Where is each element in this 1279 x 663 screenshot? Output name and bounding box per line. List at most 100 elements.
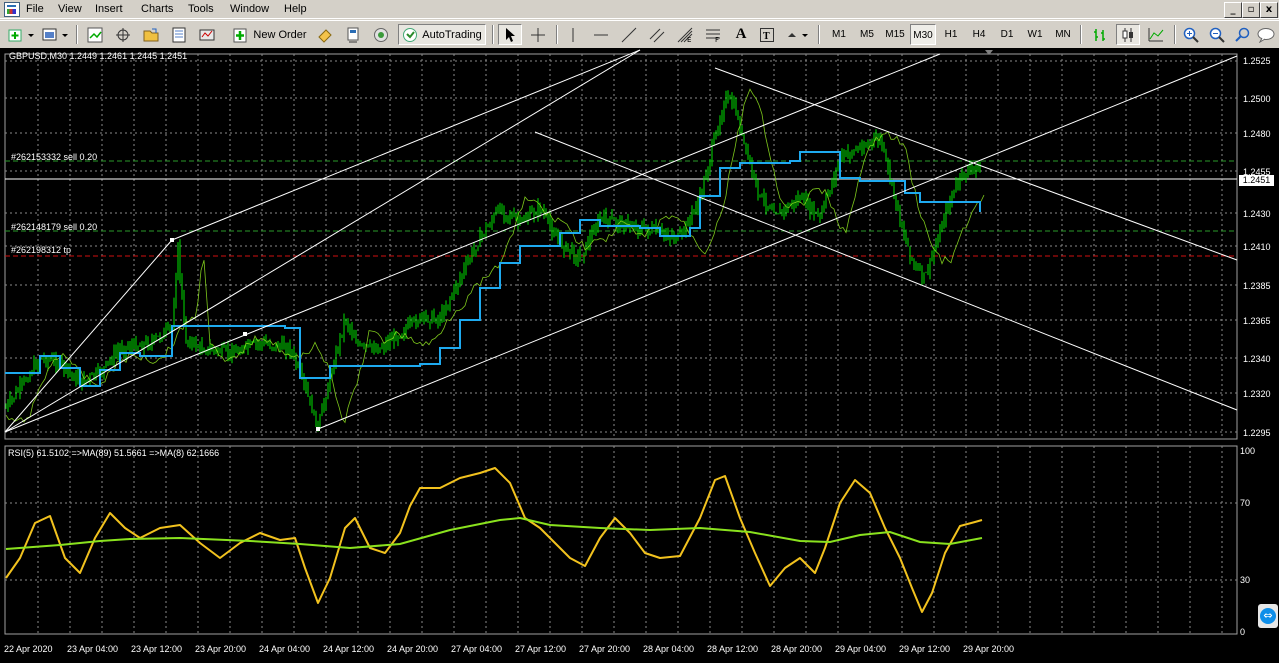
anchor-point <box>316 427 320 431</box>
price-tick: 1.2320 <box>1243 389 1271 399</box>
time-tick: 24 Apr 20:00 <box>387 644 439 654</box>
menu-view[interactable]: View <box>56 2 84 16</box>
timeframe-h4[interactable]: H4 <box>966 24 992 45</box>
channel-line <box>4 53 941 433</box>
time-tick: 23 Apr 12:00 <box>131 644 183 654</box>
rsi-pane-frame <box>4 445 1238 635</box>
market-watch-icon[interactable] <box>84 24 106 45</box>
timeframe-mn[interactable]: MN <box>1050 24 1076 45</box>
chart-window[interactable]: GBPUSD,M30 1.2449 1.2461 1.2445 1.2451 #… <box>0 48 1279 663</box>
anchor-point <box>243 332 247 336</box>
menu-charts[interactable]: Charts <box>139 2 175 16</box>
time-tick: 22 Apr 2020 <box>4 644 53 654</box>
symbol-info: GBPUSD,M30 1.2449 1.2461 1.2445 1.2451 <box>9 51 188 61</box>
menu-insert[interactable]: Insert <box>93 2 125 16</box>
timeframe-m30[interactable]: M30 <box>910 24 936 45</box>
rsi-tick: 70 <box>1240 498 1251 508</box>
rsi-ma-line <box>5 516 983 550</box>
new-order-icon <box>233 28 247 42</box>
price-tick: 1.2430 <box>1243 209 1271 219</box>
candlestick-icon[interactable] <box>1116 24 1140 45</box>
search-icon[interactable] <box>1232 24 1254 45</box>
arrows-icon[interactable] <box>784 24 812 45</box>
timeframe-d1[interactable]: D1 <box>994 24 1020 45</box>
rsi-tick: 0 <box>1240 627 1246 637</box>
order-label-2[interactable]: #262148179 sell 0.20 <box>11 222 97 232</box>
strategy-tester-icon[interactable] <box>196 24 218 45</box>
timeframe-m15[interactable]: M15 <box>882 24 908 45</box>
horizontal-line-icon[interactable] <box>590 24 612 45</box>
menu-tools[interactable]: Tools <box>186 2 216 16</box>
minimize-button[interactable]: _ <box>1224 2 1242 18</box>
channel-line <box>317 55 1238 430</box>
close-button[interactable]: x <box>1260 2 1278 18</box>
anchor-point <box>170 238 174 242</box>
experts-icon[interactable] <box>342 24 364 45</box>
time-tick: 24 Apr 12:00 <box>323 644 375 654</box>
vertical-line-icon[interactable] <box>562 24 584 45</box>
price-tick: 1.2385 <box>1243 281 1271 291</box>
time-tick: 27 Apr 04:00 <box>451 644 503 654</box>
price-tick: 1.2365 <box>1243 316 1271 326</box>
price-tick: 1.2340 <box>1243 354 1271 364</box>
chat-icon[interactable] <box>1254 24 1278 45</box>
crosshair-move-icon[interactable] <box>112 24 134 45</box>
zoom-in-icon[interactable] <box>1180 24 1202 45</box>
menu-file[interactable]: File <box>24 2 46 16</box>
time-tick: 27 Apr 20:00 <box>579 644 631 654</box>
app-icon[interactable] <box>4 2 20 17</box>
navigator-icon[interactable] <box>140 24 162 45</box>
text-icon[interactable]: A <box>730 24 752 45</box>
price-tick: 1.2525 <box>1243 56 1271 66</box>
new-order-label: New Order <box>253 28 307 41</box>
price-tick: 1.2500 <box>1243 94 1271 104</box>
cursor-icon[interactable] <box>498 24 522 45</box>
text-label-icon[interactable]: T <box>756 24 778 45</box>
time-tick: 29 Apr 04:00 <box>835 644 887 654</box>
new-chart-icon[interactable] <box>6 24 38 45</box>
channel-line <box>4 49 641 433</box>
order-label-1[interactable]: #262153332 sell 0.20 <box>11 152 97 162</box>
toolbar: New Order AutoTrading E F A T M1 M5 M15 … <box>0 20 1279 49</box>
rsi-tick: 100 <box>1240 446 1256 456</box>
price-chart[interactable] <box>0 48 1279 663</box>
trendline-icon[interactable] <box>618 24 640 45</box>
timeframe-h1[interactable]: H1 <box>938 24 964 45</box>
restore-button[interactable]: ▫ <box>1242 2 1260 18</box>
price-tick: 1.2480 <box>1243 129 1271 139</box>
profiles-icon[interactable] <box>40 24 72 45</box>
time-tick: 28 Apr 12:00 <box>707 644 759 654</box>
equidistant-channel-icon[interactable] <box>646 24 668 45</box>
autotrading-button[interactable]: AutoTrading <box>398 24 486 45</box>
svg-text:E: E <box>687 36 691 43</box>
fibonacci-icon[interactable]: E <box>674 24 696 45</box>
time-tick: 29 Apr 12:00 <box>899 644 951 654</box>
new-order-button[interactable]: New Order <box>232 24 308 45</box>
timeframe-m1[interactable]: M1 <box>826 24 852 45</box>
svg-text:T: T <box>763 31 770 42</box>
autotrading-label: AutoTrading <box>422 28 482 41</box>
time-tick: 28 Apr 20:00 <box>771 644 823 654</box>
crosshair-icon[interactable] <box>526 24 550 45</box>
autotrading-icon <box>403 27 418 42</box>
bar-chart-icon[interactable] <box>1088 24 1112 45</box>
price-tick: 1.2410 <box>1243 242 1271 252</box>
order-label-tp[interactable]: #262198312 tp <box>11 245 71 255</box>
menu-window[interactable]: Window <box>228 2 271 16</box>
terminal-icon[interactable] <box>168 24 190 45</box>
fibonacci-fan-icon[interactable]: F <box>702 24 724 45</box>
metaeditor-icon[interactable] <box>314 24 336 45</box>
signals-icon[interactable] <box>370 24 392 45</box>
channel-line <box>171 49 641 241</box>
timeframe-m5[interactable]: M5 <box>854 24 880 45</box>
timeframe-w1[interactable]: W1 <box>1022 24 1048 45</box>
teamviewer-icon[interactable] <box>1258 604 1278 628</box>
menu-bar: File View Insert Charts Tools Window Hel… <box>0 0 1279 19</box>
svg-text:F: F <box>715 36 719 43</box>
line-chart-icon[interactable] <box>1144 24 1168 45</box>
time-tick: 28 Apr 04:00 <box>643 644 695 654</box>
rsi-tick: 30 <box>1240 575 1251 585</box>
menu-help[interactable]: Help <box>282 2 309 16</box>
time-tick: 23 Apr 04:00 <box>67 644 119 654</box>
zoom-out-icon[interactable] <box>1206 24 1228 45</box>
